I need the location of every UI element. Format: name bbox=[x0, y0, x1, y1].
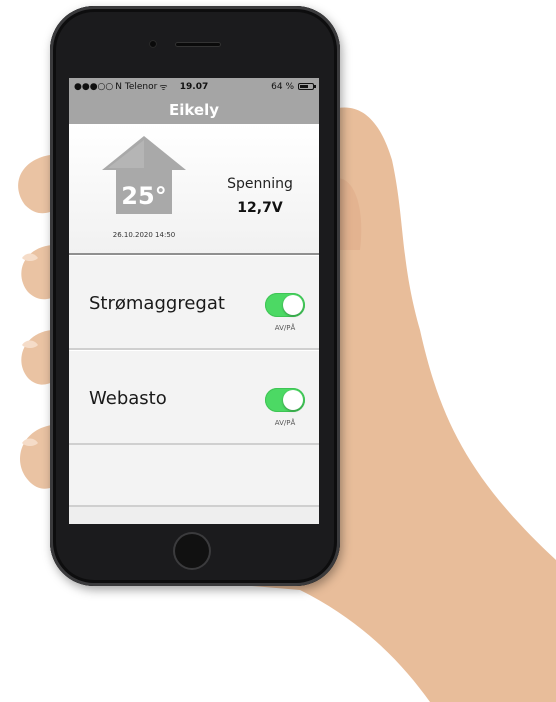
temperature-value: 25° bbox=[121, 182, 167, 210]
wifi-icon: ᯤ bbox=[159, 83, 168, 93]
front-camera bbox=[149, 40, 157, 48]
phone: ●●●○○ N Telenor ᯤ 19.07 64 % Eikely 25° … bbox=[50, 6, 340, 586]
status-card: 25° 26.10.2020 14:50 Spenning 12,7V bbox=[69, 124, 319, 255]
toggle-caption: AV/PÅ bbox=[274, 419, 296, 427]
device-row-webasto: Webasto AV/PÅ bbox=[69, 350, 319, 445]
power-toggle[interactable] bbox=[265, 293, 305, 317]
home-button[interactable] bbox=[175, 534, 209, 568]
nav-title: Eikely bbox=[69, 95, 319, 124]
timestamp: 26.10.2020 14:50 bbox=[112, 231, 176, 239]
power-toggle[interactable] bbox=[265, 388, 305, 412]
earpiece-speaker bbox=[175, 42, 221, 47]
voltage-value: 12,7V bbox=[237, 200, 283, 216]
signal-icon: ●●●○○ bbox=[74, 81, 114, 92]
battery-icon bbox=[298, 83, 316, 90]
empty-row bbox=[69, 445, 319, 507]
battery-percent: 64 % bbox=[271, 81, 294, 92]
device-label: Strømaggregat bbox=[89, 293, 225, 314]
device-label: Webasto bbox=[89, 388, 167, 409]
device-row-stromaggregat: Strømaggregat AV/PÅ bbox=[69, 255, 319, 350]
toggle-knob bbox=[283, 390, 303, 410]
voltage-label: Spenning bbox=[227, 176, 293, 192]
toggle-knob bbox=[283, 295, 303, 315]
status-bar: ●●●○○ N Telenor ᯤ 19.07 64 % bbox=[69, 78, 319, 95]
carrier-name: N Telenor bbox=[115, 81, 158, 92]
status-time: 19.07 bbox=[179, 81, 209, 92]
app-screen: ●●●○○ N Telenor ᯤ 19.07 64 % Eikely 25° … bbox=[69, 78, 319, 524]
toggle-caption: AV/PÅ bbox=[274, 324, 296, 332]
